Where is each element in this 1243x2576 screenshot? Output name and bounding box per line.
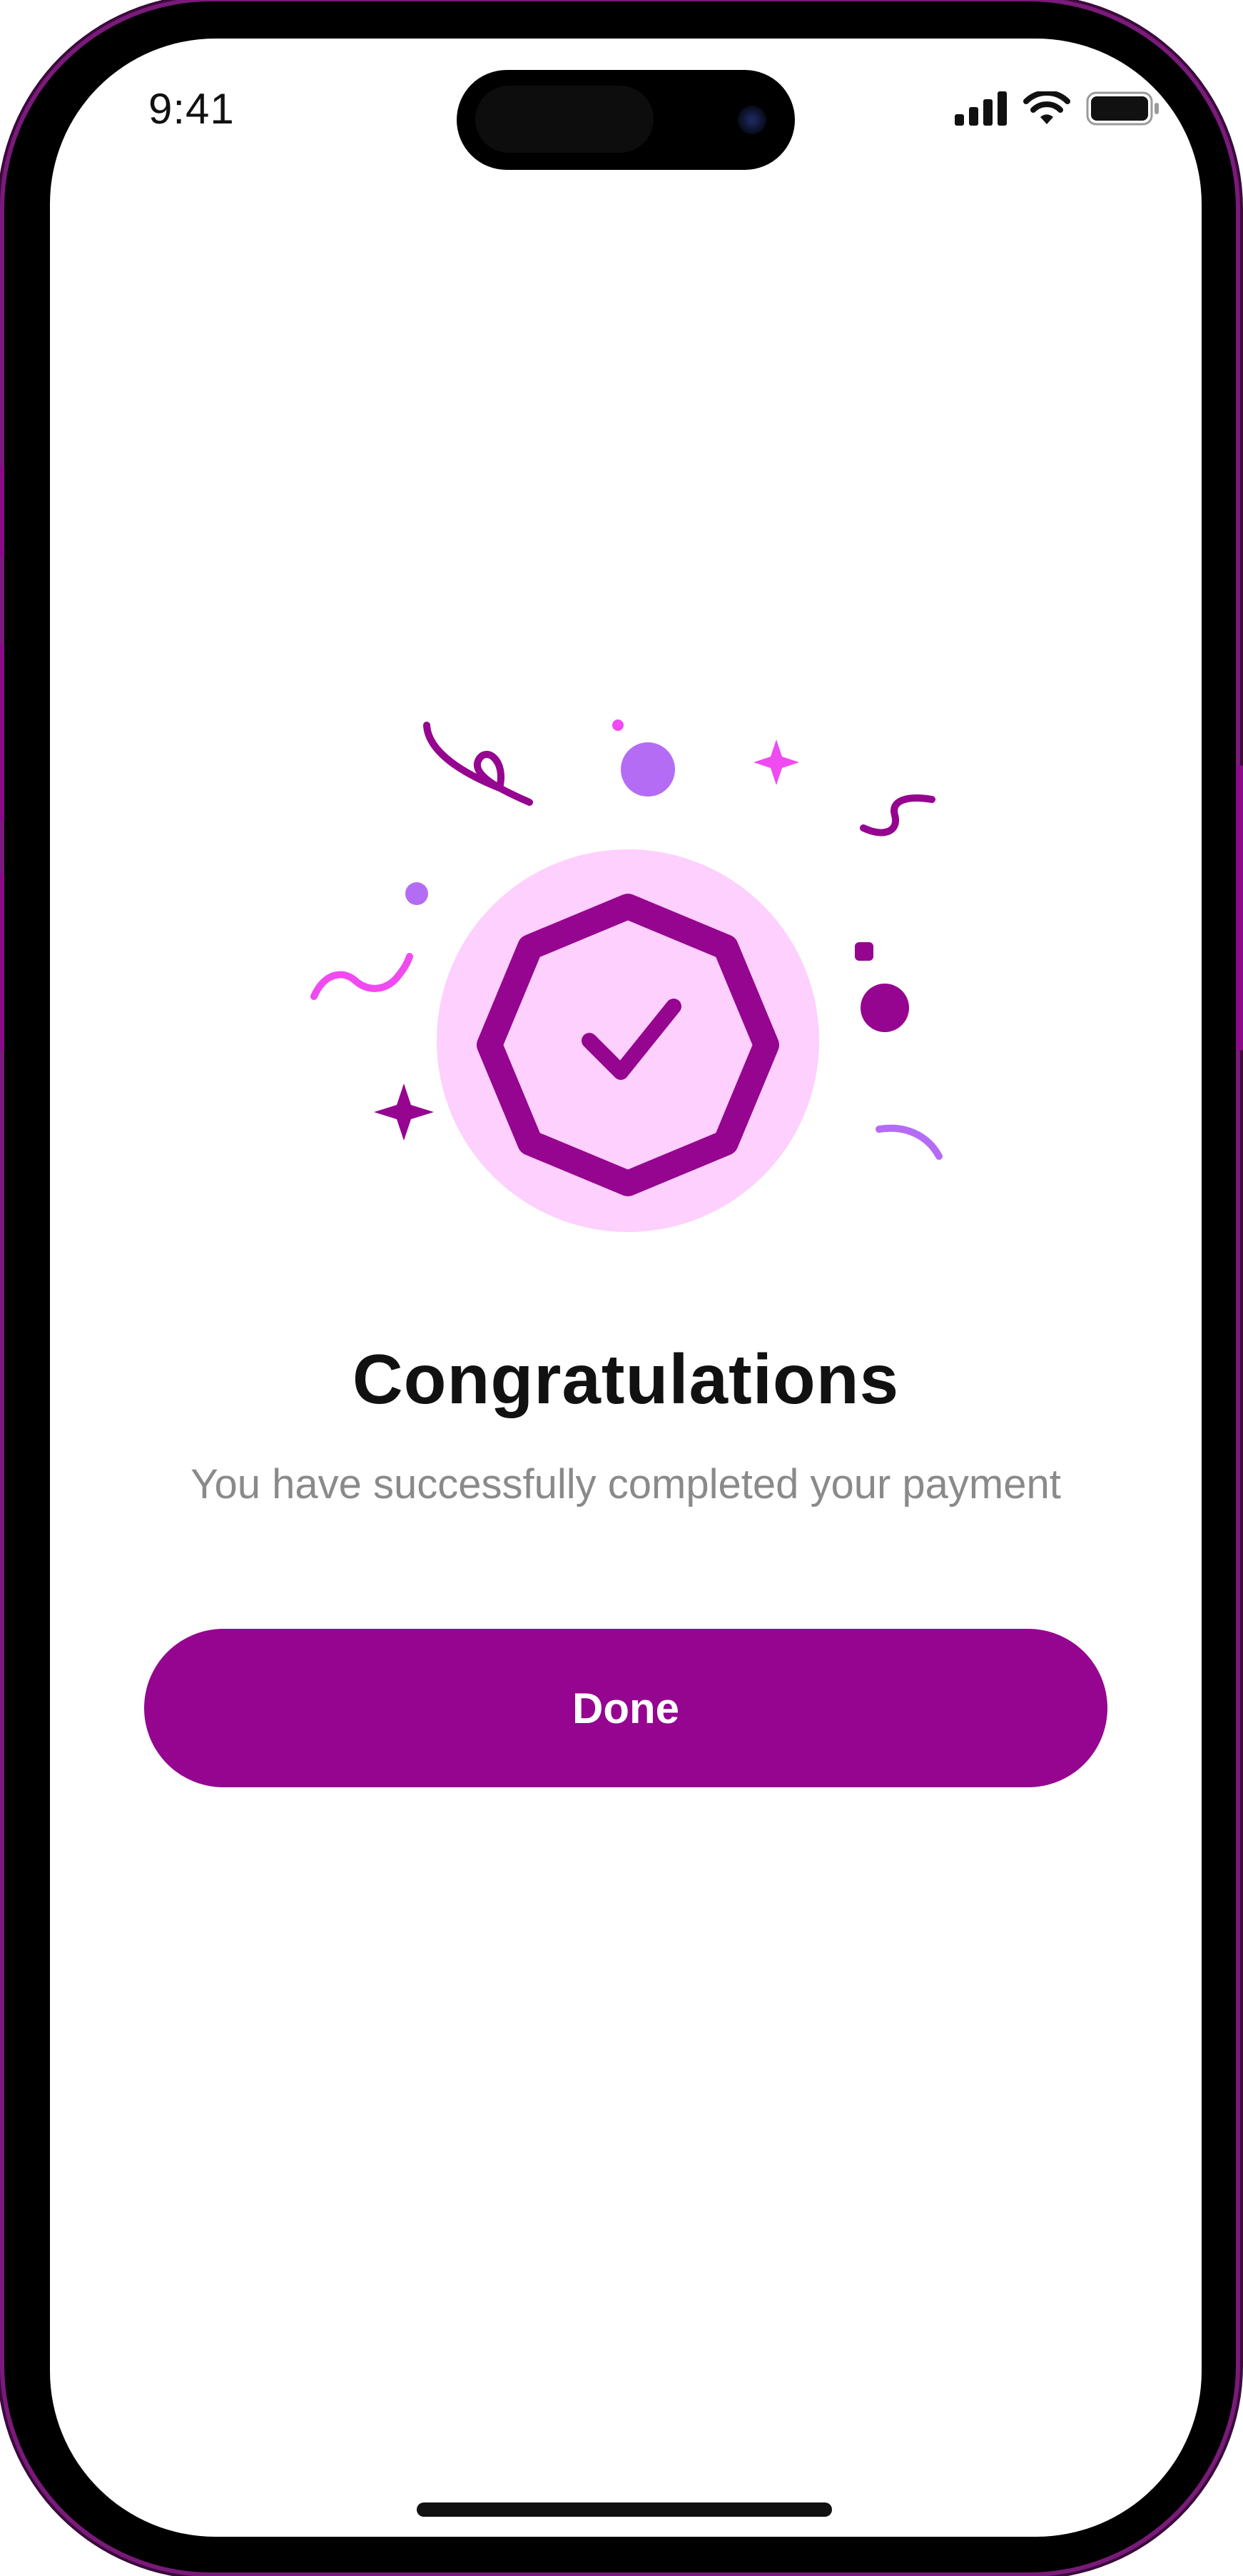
side-button-power bbox=[1236, 765, 1243, 1051]
page-title: Congratulations bbox=[352, 1340, 900, 1418]
home-indicator[interactable] bbox=[417, 2502, 832, 2517]
island-sensor bbox=[475, 86, 654, 153]
device-frame: 9:41 Congratulations You have successful… bbox=[0, 1, 1243, 2572]
confetti-wave-pink bbox=[310, 953, 413, 1000]
phone-screen: 9:41 Congratulations You have successful… bbox=[50, 39, 1202, 2537]
confetti-squiggle-s bbox=[860, 794, 935, 837]
badge-background-circle bbox=[437, 849, 819, 1232]
done-button[interactable]: Done bbox=[144, 1629, 1107, 1787]
dynamic-island bbox=[457, 70, 795, 170]
front-camera-icon bbox=[738, 106, 766, 134]
verified-badge-icon bbox=[477, 894, 779, 1196]
status-bar: 9:41 bbox=[50, 39, 1202, 181]
cellular-signal-icon bbox=[955, 91, 1007, 126]
confetti-dot-lilac bbox=[405, 882, 428, 905]
wifi-icon bbox=[1023, 91, 1070, 124]
confetti-arc-lilac bbox=[876, 1124, 943, 1160]
side-button-volume-down bbox=[0, 872, 4, 1051]
confetti-dot-large bbox=[621, 742, 675, 797]
side-button-action bbox=[0, 465, 4, 558]
status-time: 9:41 bbox=[148, 85, 235, 133]
status-icons bbox=[955, 87, 1160, 130]
confetti-sparkle-purple bbox=[374, 1084, 434, 1141]
side-button-volume-up bbox=[0, 644, 4, 822]
confetti-dot-purple bbox=[861, 984, 909, 1032]
confetti-squiggle-loop bbox=[423, 722, 533, 806]
success-illustration bbox=[310, 719, 943, 1232]
checkmark-icon bbox=[582, 999, 681, 1080]
battery-icon bbox=[1086, 91, 1159, 126]
page-subtitle: You have successfully completed your pay… bbox=[191, 1461, 1061, 1507]
confetti-sparkle-pink bbox=[754, 739, 799, 785]
confetti-square bbox=[855, 942, 873, 961]
confetti-dot-small bbox=[612, 719, 624, 731]
